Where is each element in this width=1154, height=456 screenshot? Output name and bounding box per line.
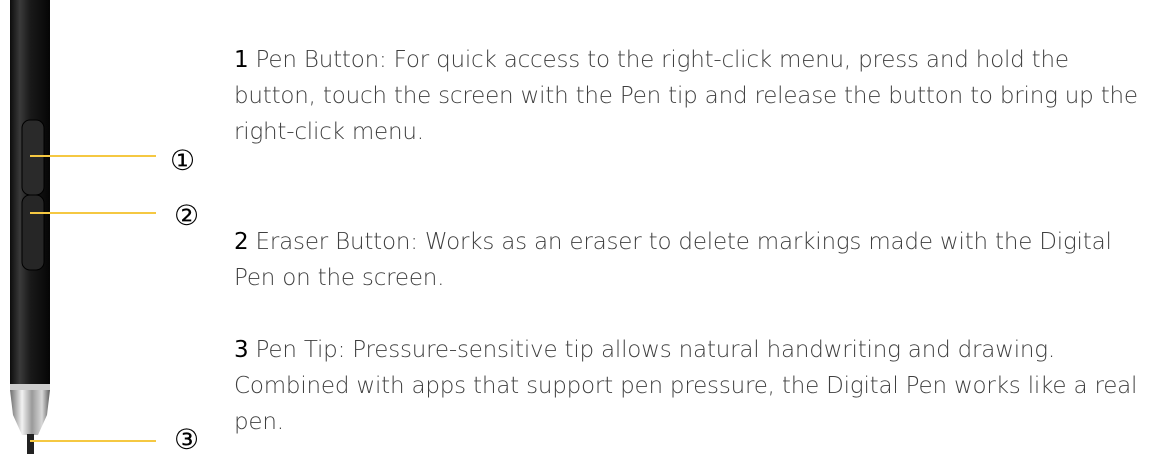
marker-3: ③: [174, 423, 200, 456]
marker-2: ②: [174, 199, 200, 232]
marker-1: ①: [170, 144, 196, 177]
pen-tip-description: 3 Pen Tip: Pressure-sensitive tip allows…: [234, 332, 1149, 440]
pen-tip-text: Pen Tip: Pressure-sensitive tip allows n…: [234, 337, 1138, 435]
callout-number-1: 1: [234, 47, 249, 73]
pen-ring: [10, 384, 50, 390]
pen-button-text: Pen Button: For quick access to the righ…: [234, 47, 1138, 145]
pen-button-description: 1 Pen Button: For quick access to the ri…: [234, 42, 1149, 150]
eraser-button-text: Eraser Button: Works as an eraser to del…: [234, 229, 1112, 291]
pen-button: [21, 119, 45, 196]
eraser-button: [21, 194, 45, 271]
pen-nib: [27, 434, 34, 454]
callout-number-3: 3: [234, 337, 249, 363]
pen-cone: [10, 390, 50, 435]
callout-number-2: 2: [234, 229, 249, 255]
eraser-button-description: 2 Eraser Button: Works as an eraser to d…: [234, 224, 1149, 296]
